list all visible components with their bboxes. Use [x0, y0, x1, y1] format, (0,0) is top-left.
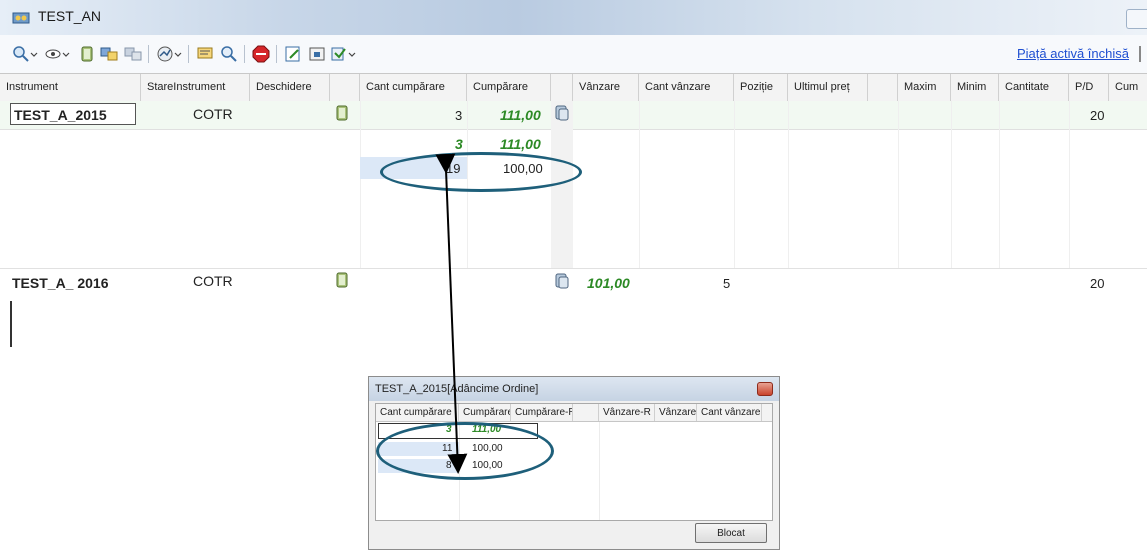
status-cell: COTR	[193, 106, 233, 122]
instrument-cell[interactable]: TEST_A_ 2016	[12, 275, 109, 291]
order-icon[interactable]	[78, 45, 96, 63]
depth-price: 111,00	[500, 136, 541, 152]
toolbar-separator	[148, 45, 149, 63]
text-cursor	[10, 301, 12, 347]
toolbar-separator	[276, 45, 277, 63]
windows-icon[interactable]	[100, 45, 118, 63]
column-header[interactable]: Cumpărare	[467, 74, 551, 101]
column-header[interactable]: Minim	[951, 74, 999, 101]
order-icon[interactable]	[336, 272, 348, 288]
chevron-down-icon[interactable]	[348, 45, 356, 63]
dialog-grid-header: Cant cumpărare Cumpărare Cumpărare-R Vân…	[376, 404, 772, 422]
column-header[interactable]	[573, 404, 599, 421]
toolbar: Piață activă închisă	[0, 35, 1147, 73]
chevron-down-icon[interactable]	[174, 45, 182, 63]
annotation-ellipse	[380, 152, 582, 192]
buy-quantity-cell: 3	[455, 108, 463, 123]
depth-area	[0, 130, 1147, 268]
column-header[interactable]: P/D	[1069, 74, 1109, 101]
column-header[interactable]	[330, 74, 360, 101]
order-book-icon[interactable]	[555, 273, 569, 289]
chart-dropdown-icon[interactable]	[156, 45, 174, 63]
column-header[interactable]: Deschidere	[250, 74, 330, 101]
order-book-icon[interactable]	[555, 105, 569, 121]
order-icon[interactable]	[336, 105, 348, 121]
market-status-link[interactable]: Piață activă închisă	[1017, 46, 1129, 61]
annotation-ellipse	[376, 422, 554, 480]
column-header[interactable]: Maxim	[898, 74, 951, 101]
column-header[interactable]: Vânzare-R	[599, 404, 655, 421]
blocat-button[interactable]: Blocat	[695, 523, 767, 543]
column-header[interactable]: Cantitate	[999, 74, 1069, 101]
column-header[interactable]: StareInstrument	[141, 74, 250, 101]
toolbar-grip	[1139, 46, 1141, 62]
options-dropdown-icon[interactable]	[330, 45, 348, 63]
app-icon	[12, 12, 30, 24]
title-bar: TEST_AN	[0, 0, 1147, 35]
column-header[interactable]: Ultimul preț	[788, 74, 868, 101]
pd-cell: 20	[1090, 108, 1105, 123]
chevron-down-icon[interactable]	[30, 45, 38, 63]
column-header[interactable]: Vânzare	[573, 74, 639, 101]
column-header[interactable]: Cant vânzare	[697, 404, 762, 421]
row-band-selected	[0, 101, 1147, 130]
column-header[interactable]	[551, 74, 573, 101]
column-header[interactable]: Instrument	[0, 74, 141, 101]
toolbar-separator	[188, 45, 189, 63]
row-band	[0, 269, 1147, 301]
search-small-icon[interactable]	[220, 45, 238, 63]
grid-header: Instrument StareInstrument Deschidere Ca…	[0, 73, 1147, 102]
depth-quantity: 3	[455, 136, 463, 152]
column-line	[599, 422, 600, 520]
stop-icon[interactable]	[252, 45, 270, 63]
column-header[interactable]	[868, 74, 898, 101]
window-minimize-button[interactable]	[1126, 9, 1147, 29]
pd-cell: 20	[1090, 276, 1105, 291]
sell-price-cell: 101,00	[587, 275, 630, 291]
dialog-title: TEST_A_2015[Adâncime Ordine]	[369, 377, 779, 401]
close-icon[interactable]	[757, 382, 773, 396]
window-title: TEST_AN	[38, 8, 102, 24]
buy-price-cell: 111,00	[500, 107, 541, 123]
instrument-grid: Instrument StareInstrument Deschidere Ca…	[0, 73, 1147, 347]
column-header[interactable]: Cumpărare	[459, 404, 511, 421]
instrument-cell[interactable]: TEST_A_2015	[10, 103, 136, 125]
sell-quantity-cell: 5	[723, 276, 731, 291]
eye-dropdown-icon[interactable]	[44, 45, 62, 63]
column-header[interactable]: Cant cumpărare	[360, 74, 467, 101]
export-icon[interactable]	[308, 45, 326, 63]
edit-icon[interactable]	[284, 45, 302, 63]
search-dropdown-icon[interactable]	[12, 45, 30, 63]
column-header[interactable]: Cant cumpărare	[376, 404, 459, 421]
toolbar-separator	[244, 45, 245, 63]
status-cell: COTR	[193, 273, 233, 289]
message-icon[interactable]	[196, 45, 214, 63]
column-header[interactable]: Cant vânzare	[639, 74, 734, 101]
column-header[interactable]: Vânzare	[655, 404, 697, 421]
windows-gray-icon[interactable]	[124, 45, 142, 63]
column-header[interactable]: Cum	[1109, 74, 1147, 101]
chevron-down-icon[interactable]	[62, 45, 70, 63]
column-header[interactable]: Cumpărare-R	[511, 404, 573, 421]
column-header[interactable]: Poziție	[734, 74, 788, 101]
